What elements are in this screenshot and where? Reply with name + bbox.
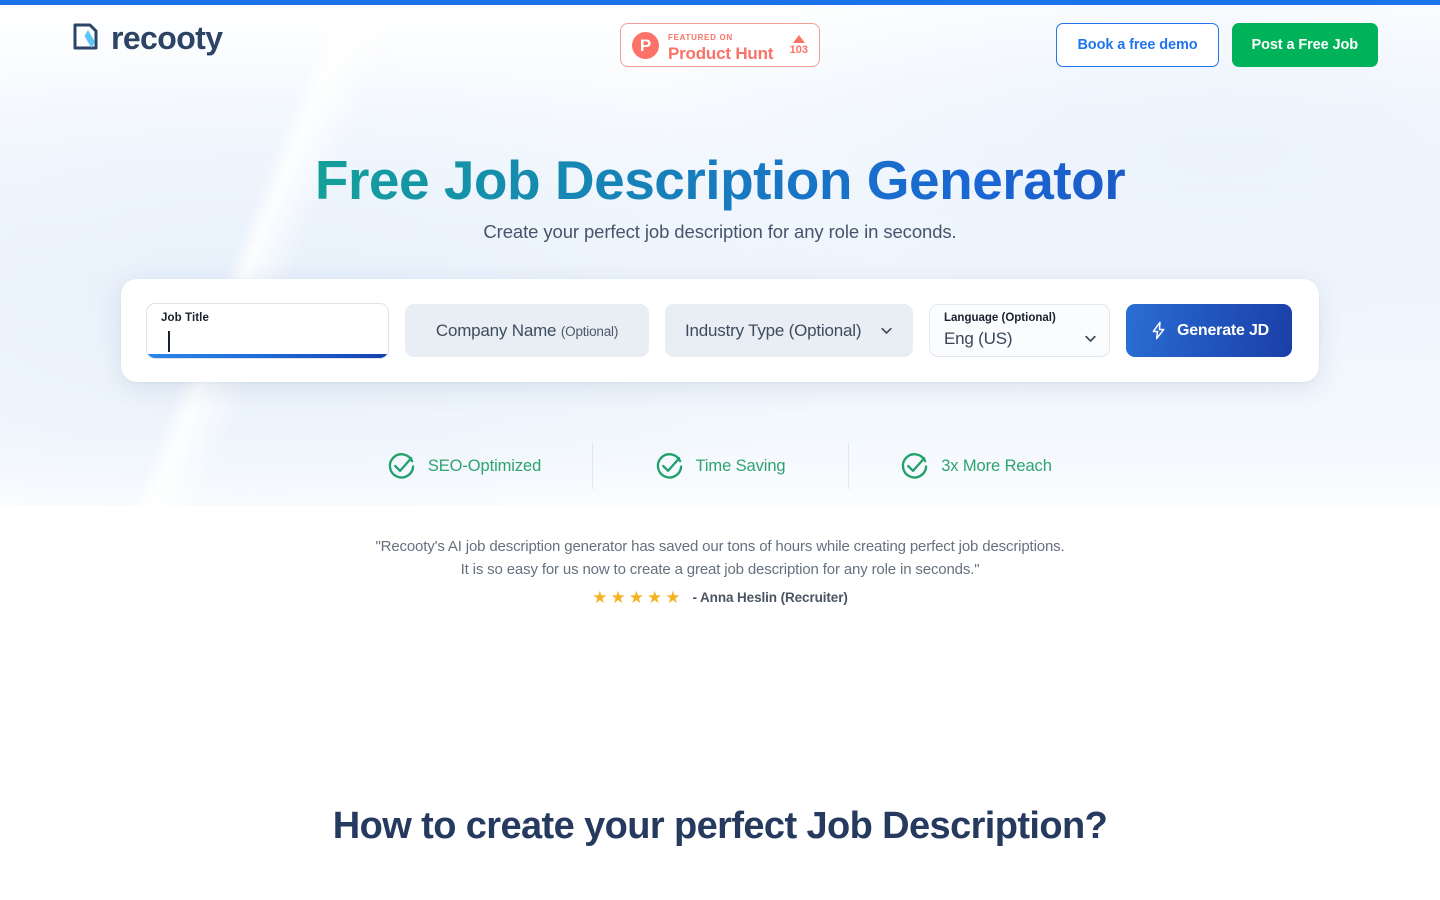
industry-type-select[interactable]: Industry Type (Optional) bbox=[665, 304, 913, 357]
language-value: Eng (US) bbox=[944, 328, 1013, 348]
job-title-focus-underline bbox=[147, 353, 388, 358]
book-demo-button[interactable]: Book a free demo bbox=[1056, 23, 1219, 67]
site-header: recooty P FEATURED ON Product Hunt 103 B… bbox=[0, 5, 1440, 80]
logo-text: recooty bbox=[111, 20, 223, 56]
generate-jd-button[interactable]: Generate JD bbox=[1126, 304, 1292, 357]
company-name-placeholder: Company Name (Optional) bbox=[435, 320, 619, 340]
chevron-down-icon bbox=[1085, 335, 1096, 342]
language-select[interactable]: Language (Optional) Eng (US) bbox=[929, 304, 1110, 357]
job-title-field[interactable]: Job Title bbox=[146, 302, 389, 359]
howto-heading: How to create your perfect Job Descripti… bbox=[332, 805, 1108, 847]
job-title-label: Job Title bbox=[161, 311, 209, 324]
check-circle-icon bbox=[388, 452, 415, 479]
check-circle-icon bbox=[656, 452, 682, 479]
feature-more-reach: 3x More Reach bbox=[849, 452, 1104, 481]
jd-generator-form: Job Title Company Name (Optional) Indust… bbox=[121, 279, 1319, 382]
text-cursor bbox=[168, 330, 170, 352]
header-actions: Book a free demo Post a Free Job bbox=[1056, 23, 1378, 67]
star-icon: ★ bbox=[610, 588, 626, 607]
star-icon: ★ bbox=[628, 588, 644, 607]
feature-label: 3x More Reach bbox=[941, 456, 1052, 475]
testimonial-line-1: "Recooty's AI job description generator … bbox=[375, 538, 1065, 555]
generate-jd-label: Generate JD bbox=[1176, 321, 1270, 339]
feature-time-saving: Time Saving bbox=[593, 452, 848, 481]
company-name-field[interactable]: Company Name (Optional) bbox=[405, 304, 649, 357]
testimonial-author: - Anna Heslin (Recruiter) bbox=[692, 590, 848, 605]
product-hunt-vote-count: 103 bbox=[789, 43, 808, 56]
top-accent-bar bbox=[0, 0, 1440, 5]
product-hunt-votes: 103 bbox=[789, 34, 808, 56]
star-icon: ★ bbox=[646, 588, 663, 607]
product-hunt-name: Product Hunt bbox=[668, 43, 774, 63]
feature-seo-optimized: SEO-Optimized bbox=[337, 452, 592, 481]
page-title: Free Job Description Generator bbox=[0, 150, 1440, 211]
page-subtitle: Create your perfect job description for … bbox=[483, 221, 957, 242]
check-circle-icon bbox=[901, 452, 928, 479]
logo[interactable]: recooty bbox=[70, 20, 223, 56]
testimonial-line-2: It is so easy for us now to create a gre… bbox=[460, 560, 980, 578]
document-pen-icon bbox=[73, 23, 98, 50]
product-hunt-icon: P bbox=[632, 31, 659, 59]
language-label: Language (Optional) bbox=[944, 312, 1056, 324]
caret-up-icon bbox=[792, 34, 805, 43]
star-icon: ★ bbox=[592, 588, 608, 607]
chevron-down-icon bbox=[881, 327, 892, 334]
lightning-bolt-icon bbox=[1152, 321, 1165, 340]
product-hunt-featured-label: FEATURED ON bbox=[668, 32, 733, 42]
product-hunt-badge[interactable]: P FEATURED ON Product Hunt 103 bbox=[620, 23, 820, 67]
star-icon: ★ bbox=[665, 588, 681, 607]
industry-type-placeholder: Industry Type (Optional) bbox=[685, 320, 862, 340]
feature-label: SEO-Optimized bbox=[427, 456, 542, 475]
testimonial: "Recooty's AI job description generator … bbox=[0, 536, 1440, 606]
testimonial-rating: ★ ★ ★ ★ ★ - Anna Heslin (Recruiter) bbox=[0, 589, 1440, 606]
feature-strip: SEO-Optimized Time Saving 3x More Reach bbox=[0, 443, 1440, 489]
feature-label: Time Saving bbox=[695, 456, 786, 475]
post-free-job-button[interactable]: Post a Free Job bbox=[1231, 23, 1378, 67]
